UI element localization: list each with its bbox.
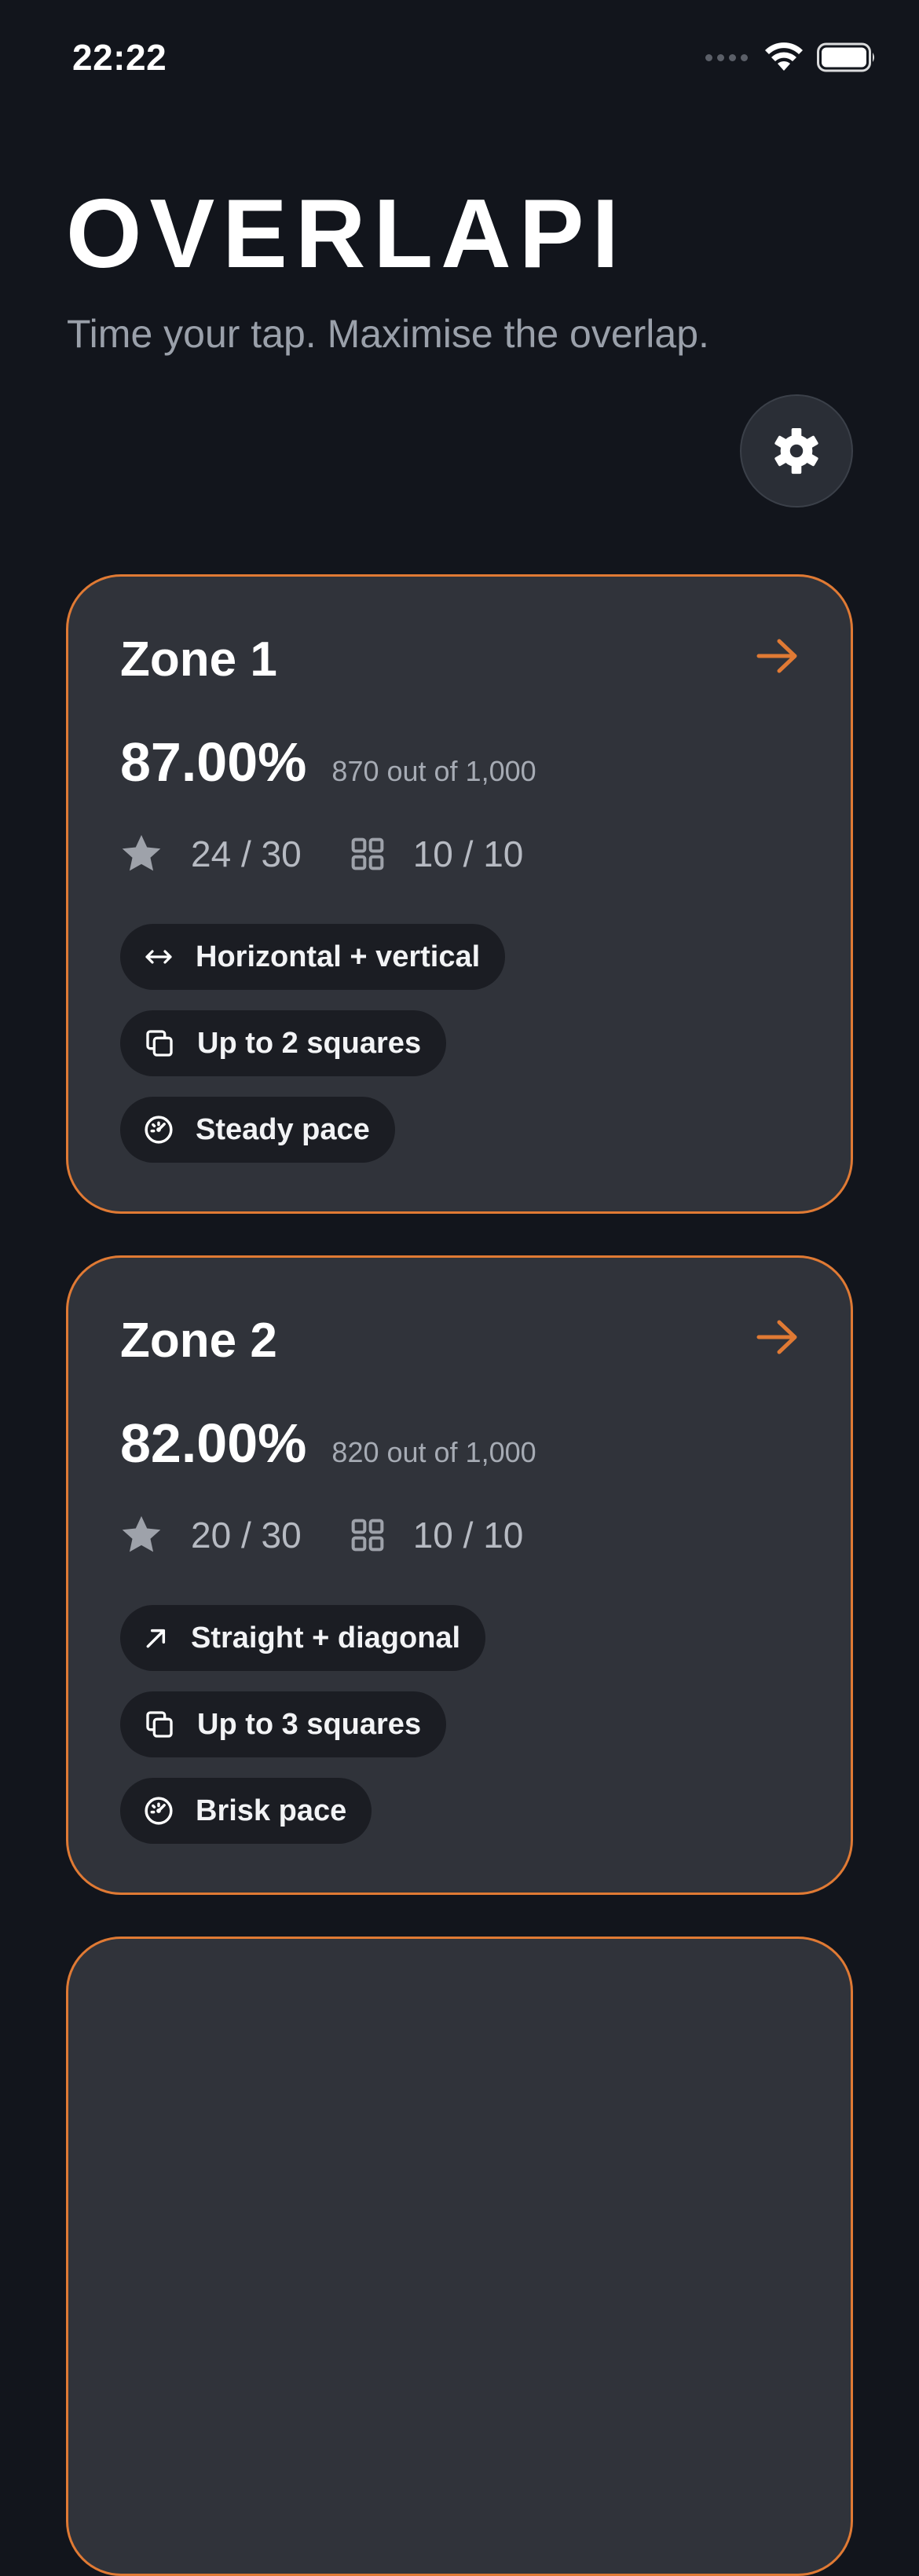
zone-percent: 82.00% (120, 1413, 307, 1474)
levels-count: 10 / 10 (412, 1515, 524, 1555)
zone-card-2[interactable]: Zone 2 82.00% 820 out of 1,000 20 / 30 1… (66, 1255, 853, 1895)
tag-pill: Straight + diagonal (120, 1605, 486, 1671)
speedometer-icon (145, 1116, 173, 1144)
zone-points: 870 out of 1,000 (331, 755, 536, 787)
arrow-right-icon[interactable] (756, 1319, 799, 1355)
zone-percent: 87.00% (120, 731, 307, 793)
zone-score: 82.00% 820 out of 1,000 (120, 1412, 536, 1475)
levels-stat: 10 / 10 (350, 1514, 524, 1556)
zone-stats: 20 / 30 10 / 10 (120, 1514, 523, 1556)
zone-title: Zone 2 (120, 1314, 277, 1368)
stars-stat: 20 / 30 (120, 1514, 302, 1556)
zone-stats: 24 / 30 10 / 10 (120, 833, 523, 875)
zone-card-3[interactable] (66, 1937, 853, 2576)
levels-count: 10 / 10 (412, 834, 524, 874)
app-title: OVERLAPI (66, 180, 627, 288)
speedometer-icon (145, 1797, 173, 1825)
tag-pill: Up to 2 squares (120, 1010, 447, 1076)
stars-count: 24 / 30 (191, 834, 302, 874)
levels-stat: 10 / 10 (350, 833, 524, 875)
zone-card-1[interactable]: Zone 1 87.00% 870 out of 1,000 24 / 30 1… (66, 574, 853, 1214)
horizontal-arrows-icon (145, 950, 172, 964)
star-icon (122, 1515, 161, 1552)
battery-icon (817, 42, 874, 72)
tag-pill: Brisk pace (120, 1778, 372, 1844)
status-time: 22:22 (72, 37, 167, 78)
tag-pill: Steady pace (120, 1097, 395, 1163)
zone-title: Zone 1 (120, 632, 277, 687)
stars-stat: 24 / 30 (120, 833, 302, 875)
zone-score: 87.00% 870 out of 1,000 (120, 731, 536, 793)
copy-squares-icon (146, 1030, 173, 1057)
star-icon (122, 834, 161, 871)
status-bar: 22:22 (0, 0, 919, 110)
tag-pill: Up to 3 squares (120, 1691, 447, 1757)
zone-points: 820 out of 1,000 (331, 1436, 536, 1468)
gear-icon (774, 427, 818, 475)
settings-button[interactable] (740, 394, 853, 508)
tag-pill: Horizontal + vertical (120, 924, 506, 990)
tag-label: Brisk pace (196, 1794, 347, 1827)
grid-icon (351, 837, 384, 870)
tag-list: Straight + diagonal Up to 3 squares Bris (120, 1605, 486, 1844)
tag-label: Up to 3 squares (197, 1707, 422, 1741)
cellular-signal-icon (705, 53, 748, 61)
tag-label: Horizontal + vertical (196, 940, 481, 973)
diagonal-arrow-icon (146, 1629, 166, 1648)
tag-label: Straight + diagonal (191, 1621, 461, 1654)
grid-icon (351, 1519, 384, 1552)
status-icons (705, 42, 877, 72)
tag-label: Steady pace (196, 1112, 370, 1146)
tag-list: Horizontal + vertical Up to 2 squares St (120, 924, 506, 1163)
copy-squares-icon (146, 1711, 173, 1738)
arrow-right-icon[interactable] (756, 638, 799, 674)
stars-count: 20 / 30 (191, 1515, 302, 1555)
tagline: Time your tap. Maximise the overlap. (67, 312, 709, 356)
wifi-icon (765, 42, 803, 71)
tag-label: Up to 2 squares (197, 1026, 422, 1060)
